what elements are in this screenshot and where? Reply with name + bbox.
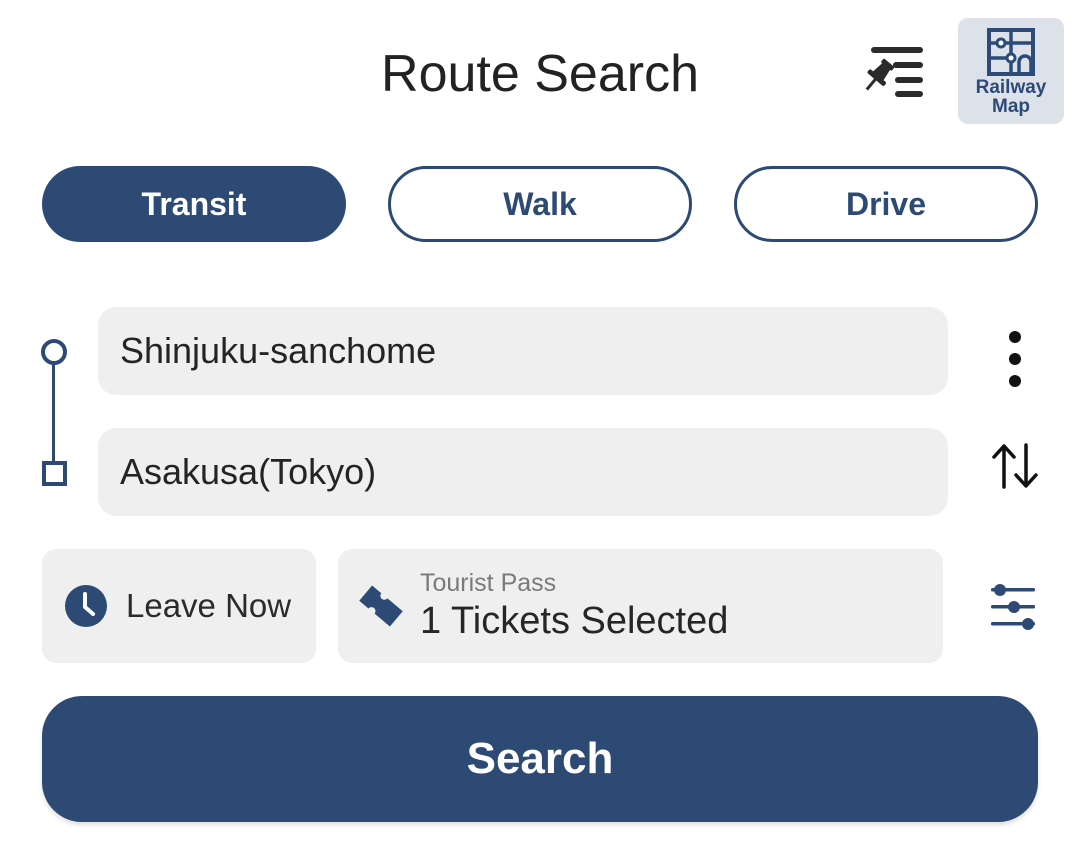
filter-settings-button[interactable] bbox=[984, 578, 1042, 636]
tab-drive[interactable]: Drive bbox=[734, 166, 1038, 242]
swap-vertical-icon bbox=[992, 443, 1038, 489]
destination-marker-icon bbox=[42, 461, 67, 486]
tickets-selected-label: 1 Tickets Selected bbox=[420, 600, 729, 642]
search-button[interactable]: Search bbox=[42, 696, 1038, 822]
clock-icon bbox=[65, 585, 107, 627]
departure-time-button[interactable]: Leave Now bbox=[42, 549, 316, 663]
railway-map-button[interactable]: Railway Map bbox=[958, 18, 1064, 124]
railway-map-icon bbox=[987, 28, 1035, 76]
tab-walk[interactable]: Walk bbox=[388, 166, 692, 242]
sliders-icon bbox=[991, 584, 1035, 630]
pin-list-button[interactable] bbox=[858, 40, 930, 104]
tab-transit[interactable]: Transit bbox=[42, 166, 346, 242]
departure-time-label: Leave Now bbox=[126, 587, 292, 624]
swap-stations-button[interactable] bbox=[986, 438, 1044, 494]
more-options-button[interactable] bbox=[990, 326, 1040, 392]
pin-list-icon bbox=[865, 47, 923, 97]
route-line bbox=[52, 362, 55, 464]
ticket-icon bbox=[359, 585, 403, 627]
railway-map-label: Railway Map bbox=[975, 77, 1047, 117]
tourist-pass-texts: Tourist Pass 1 Tickets Selected bbox=[420, 568, 728, 644]
origin-marker-icon bbox=[41, 339, 67, 365]
destination-station-input[interactable]: Asakusa(Tokyo) bbox=[98, 428, 948, 516]
tourist-pass-button[interactable]: Tourist Pass 1 Tickets Selected bbox=[338, 549, 943, 663]
origin-station-input[interactable]: Shinjuku-sanchome bbox=[98, 307, 948, 395]
tourist-pass-sublabel: Tourist Pass bbox=[420, 569, 557, 597]
more-vertical-icon bbox=[1009, 331, 1021, 387]
